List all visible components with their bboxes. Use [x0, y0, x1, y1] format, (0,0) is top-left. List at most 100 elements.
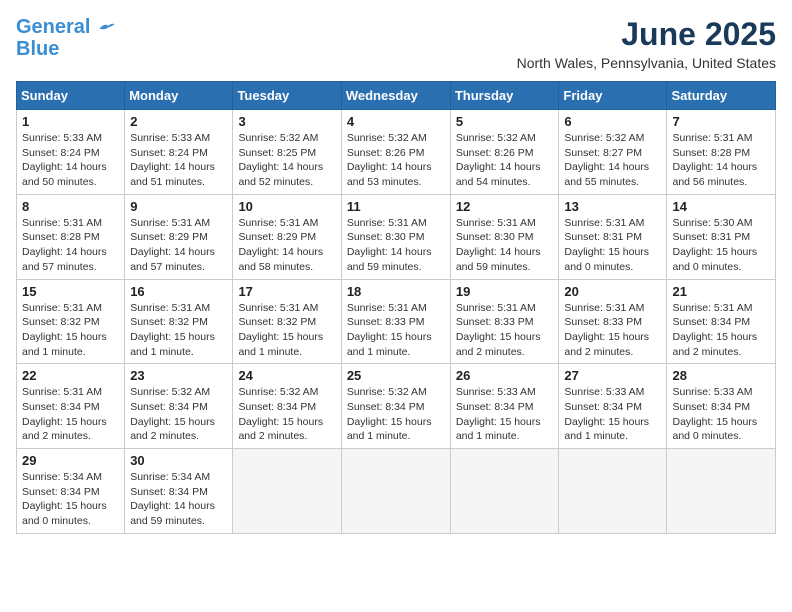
day-info: Sunrise: 5:32 AM Sunset: 8:34 PM Dayligh… — [130, 385, 227, 444]
daylight-label: Daylight: 15 hoursand 2 minutes. — [130, 416, 215, 443]
logo-general: General — [16, 16, 90, 38]
day-info: Sunrise: 5:33 AM Sunset: 8:34 PM Dayligh… — [456, 385, 554, 444]
calendar-day-cell: 27 Sunrise: 5:33 AM Sunset: 8:34 PM Dayl… — [559, 364, 667, 449]
sunrise-label: Sunrise: 5:33 AM — [456, 386, 536, 398]
calendar-day-cell: 12 Sunrise: 5:31 AM Sunset: 8:30 PM Dayl… — [450, 194, 559, 279]
calendar-day-cell: 9 Sunrise: 5:31 AM Sunset: 8:29 PM Dayli… — [125, 194, 233, 279]
month-title: June 2025 — [517, 16, 776, 53]
calendar-day-cell: 8 Sunrise: 5:31 AM Sunset: 8:28 PM Dayli… — [17, 194, 125, 279]
day-number: 10 — [238, 199, 335, 214]
sunrise-label: Sunrise: 5:34 AM — [130, 471, 210, 483]
calendar-day-cell: 2 Sunrise: 5:33 AM Sunset: 8:24 PM Dayli… — [125, 110, 233, 195]
sunrise-label: Sunrise: 5:33 AM — [130, 132, 210, 144]
day-number: 20 — [564, 284, 661, 299]
day-info: Sunrise: 5:33 AM Sunset: 8:34 PM Dayligh… — [564, 385, 661, 444]
calendar-week-row: 22 Sunrise: 5:31 AM Sunset: 8:34 PM Dayl… — [17, 364, 776, 449]
day-number: 24 — [238, 368, 335, 383]
sunset-label: Sunset: 8:28 PM — [672, 147, 750, 159]
sunset-label: Sunset: 8:34 PM — [130, 401, 208, 413]
day-info: Sunrise: 5:31 AM Sunset: 8:32 PM Dayligh… — [22, 301, 119, 360]
sunset-label: Sunset: 8:33 PM — [564, 316, 642, 328]
sunset-label: Sunset: 8:29 PM — [130, 231, 208, 243]
day-info: Sunrise: 5:31 AM Sunset: 8:28 PM Dayligh… — [22, 216, 119, 275]
sunset-label: Sunset: 8:32 PM — [238, 316, 316, 328]
day-info: Sunrise: 5:32 AM Sunset: 8:34 PM Dayligh… — [347, 385, 445, 444]
calendar-day-cell: 21 Sunrise: 5:31 AM Sunset: 8:34 PM Dayl… — [667, 279, 776, 364]
day-number: 28 — [672, 368, 770, 383]
calendar-table: Sunday Monday Tuesday Wednesday Thursday… — [16, 81, 776, 534]
day-info: Sunrise: 5:31 AM Sunset: 8:34 PM Dayligh… — [22, 385, 119, 444]
day-number: 9 — [130, 199, 227, 214]
sunrise-label: Sunrise: 5:31 AM — [22, 217, 102, 229]
day-number: 30 — [130, 453, 227, 468]
day-number: 25 — [347, 368, 445, 383]
day-info: Sunrise: 5:33 AM Sunset: 8:24 PM Dayligh… — [130, 131, 227, 190]
day-number: 29 — [22, 453, 119, 468]
daylight-label: Daylight: 15 hoursand 2 minutes. — [672, 331, 757, 358]
calendar-day-cell: 17 Sunrise: 5:31 AM Sunset: 8:32 PM Dayl… — [233, 279, 341, 364]
calendar-week-row: 1 Sunrise: 5:33 AM Sunset: 8:24 PM Dayli… — [17, 110, 776, 195]
daylight-label: Daylight: 15 hoursand 1 minute. — [564, 416, 649, 443]
day-info: Sunrise: 5:31 AM Sunset: 8:33 PM Dayligh… — [347, 301, 445, 360]
daylight-label: Daylight: 15 hoursand 0 minutes. — [672, 246, 757, 273]
day-info: Sunrise: 5:32 AM Sunset: 8:25 PM Dayligh… — [238, 131, 335, 190]
calendar-day-cell: 18 Sunrise: 5:31 AM Sunset: 8:33 PM Dayl… — [341, 279, 450, 364]
day-number: 3 — [238, 114, 335, 129]
logo-text: General — [16, 16, 116, 38]
day-number: 26 — [456, 368, 554, 383]
day-number: 17 — [238, 284, 335, 299]
sunset-label: Sunset: 8:32 PM — [130, 316, 208, 328]
sunrise-label: Sunrise: 5:32 AM — [347, 132, 427, 144]
sunset-label: Sunset: 8:34 PM — [22, 486, 100, 498]
sunset-label: Sunset: 8:34 PM — [22, 401, 100, 413]
sunset-label: Sunset: 8:32 PM — [22, 316, 100, 328]
logo-blue: Blue — [16, 38, 59, 60]
day-info: Sunrise: 5:34 AM Sunset: 8:34 PM Dayligh… — [22, 470, 119, 529]
calendar-week-row: 29 Sunrise: 5:34 AM Sunset: 8:34 PM Dayl… — [17, 449, 776, 534]
daylight-label: Daylight: 15 hoursand 1 minute. — [347, 416, 432, 443]
day-info: Sunrise: 5:31 AM Sunset: 8:29 PM Dayligh… — [130, 216, 227, 275]
sunrise-label: Sunrise: 5:33 AM — [672, 386, 752, 398]
daylight-label: Daylight: 15 hoursand 1 minute. — [456, 416, 541, 443]
day-number: 13 — [564, 199, 661, 214]
day-info: Sunrise: 5:31 AM Sunset: 8:32 PM Dayligh… — [238, 301, 335, 360]
sunrise-label: Sunrise: 5:31 AM — [238, 302, 318, 314]
daylight-label: Daylight: 15 hoursand 1 minute. — [22, 331, 107, 358]
daylight-label: Daylight: 15 hoursand 1 minute. — [347, 331, 432, 358]
day-info: Sunrise: 5:31 AM Sunset: 8:34 PM Dayligh… — [672, 301, 770, 360]
sunrise-label: Sunrise: 5:32 AM — [347, 386, 427, 398]
sunrise-label: Sunrise: 5:31 AM — [564, 302, 644, 314]
day-info: Sunrise: 5:31 AM Sunset: 8:30 PM Dayligh… — [456, 216, 554, 275]
sunset-label: Sunset: 8:30 PM — [456, 231, 534, 243]
day-info: Sunrise: 5:32 AM Sunset: 8:26 PM Dayligh… — [456, 131, 554, 190]
sunrise-label: Sunrise: 5:31 AM — [347, 302, 427, 314]
calendar-day-cell: 6 Sunrise: 5:32 AM Sunset: 8:27 PM Dayli… — [559, 110, 667, 195]
col-friday: Friday — [559, 82, 667, 110]
sunset-label: Sunset: 8:34 PM — [672, 401, 750, 413]
sunrise-label: Sunrise: 5:32 AM — [564, 132, 644, 144]
day-number: 19 — [456, 284, 554, 299]
day-info: Sunrise: 5:31 AM Sunset: 8:28 PM Dayligh… — [672, 131, 770, 190]
daylight-label: Daylight: 14 hoursand 57 minutes. — [130, 246, 215, 273]
sunset-label: Sunset: 8:24 PM — [22, 147, 100, 159]
calendar-day-cell: 20 Sunrise: 5:31 AM Sunset: 8:33 PM Dayl… — [559, 279, 667, 364]
daylight-label: Daylight: 14 hoursand 53 minutes. — [347, 161, 432, 188]
day-info: Sunrise: 5:31 AM Sunset: 8:29 PM Dayligh… — [238, 216, 335, 275]
col-sunday: Sunday — [17, 82, 125, 110]
daylight-label: Daylight: 15 hoursand 0 minutes. — [672, 416, 757, 443]
calendar-day-cell: 13 Sunrise: 5:31 AM Sunset: 8:31 PM Dayl… — [559, 194, 667, 279]
daylight-label: Daylight: 15 hoursand 2 minutes. — [238, 416, 323, 443]
daylight-label: Daylight: 15 hoursand 1 minute. — [238, 331, 323, 358]
calendar-day-cell: 25 Sunrise: 5:32 AM Sunset: 8:34 PM Dayl… — [341, 364, 450, 449]
sunrise-label: Sunrise: 5:32 AM — [238, 386, 318, 398]
daylight-label: Daylight: 14 hoursand 59 minutes. — [456, 246, 541, 273]
title-block: June 2025 North Wales, Pennsylvania, Uni… — [517, 16, 776, 71]
sunrise-label: Sunrise: 5:31 AM — [672, 132, 752, 144]
calendar-day-cell — [559, 449, 667, 534]
daylight-label: Daylight: 15 hoursand 2 minutes. — [22, 416, 107, 443]
day-info: Sunrise: 5:31 AM Sunset: 8:30 PM Dayligh… — [347, 216, 445, 275]
daylight-label: Daylight: 14 hoursand 58 minutes. — [238, 246, 323, 273]
sunset-label: Sunset: 8:34 PM — [672, 316, 750, 328]
day-number: 6 — [564, 114, 661, 129]
daylight-label: Daylight: 14 hoursand 51 minutes. — [130, 161, 215, 188]
